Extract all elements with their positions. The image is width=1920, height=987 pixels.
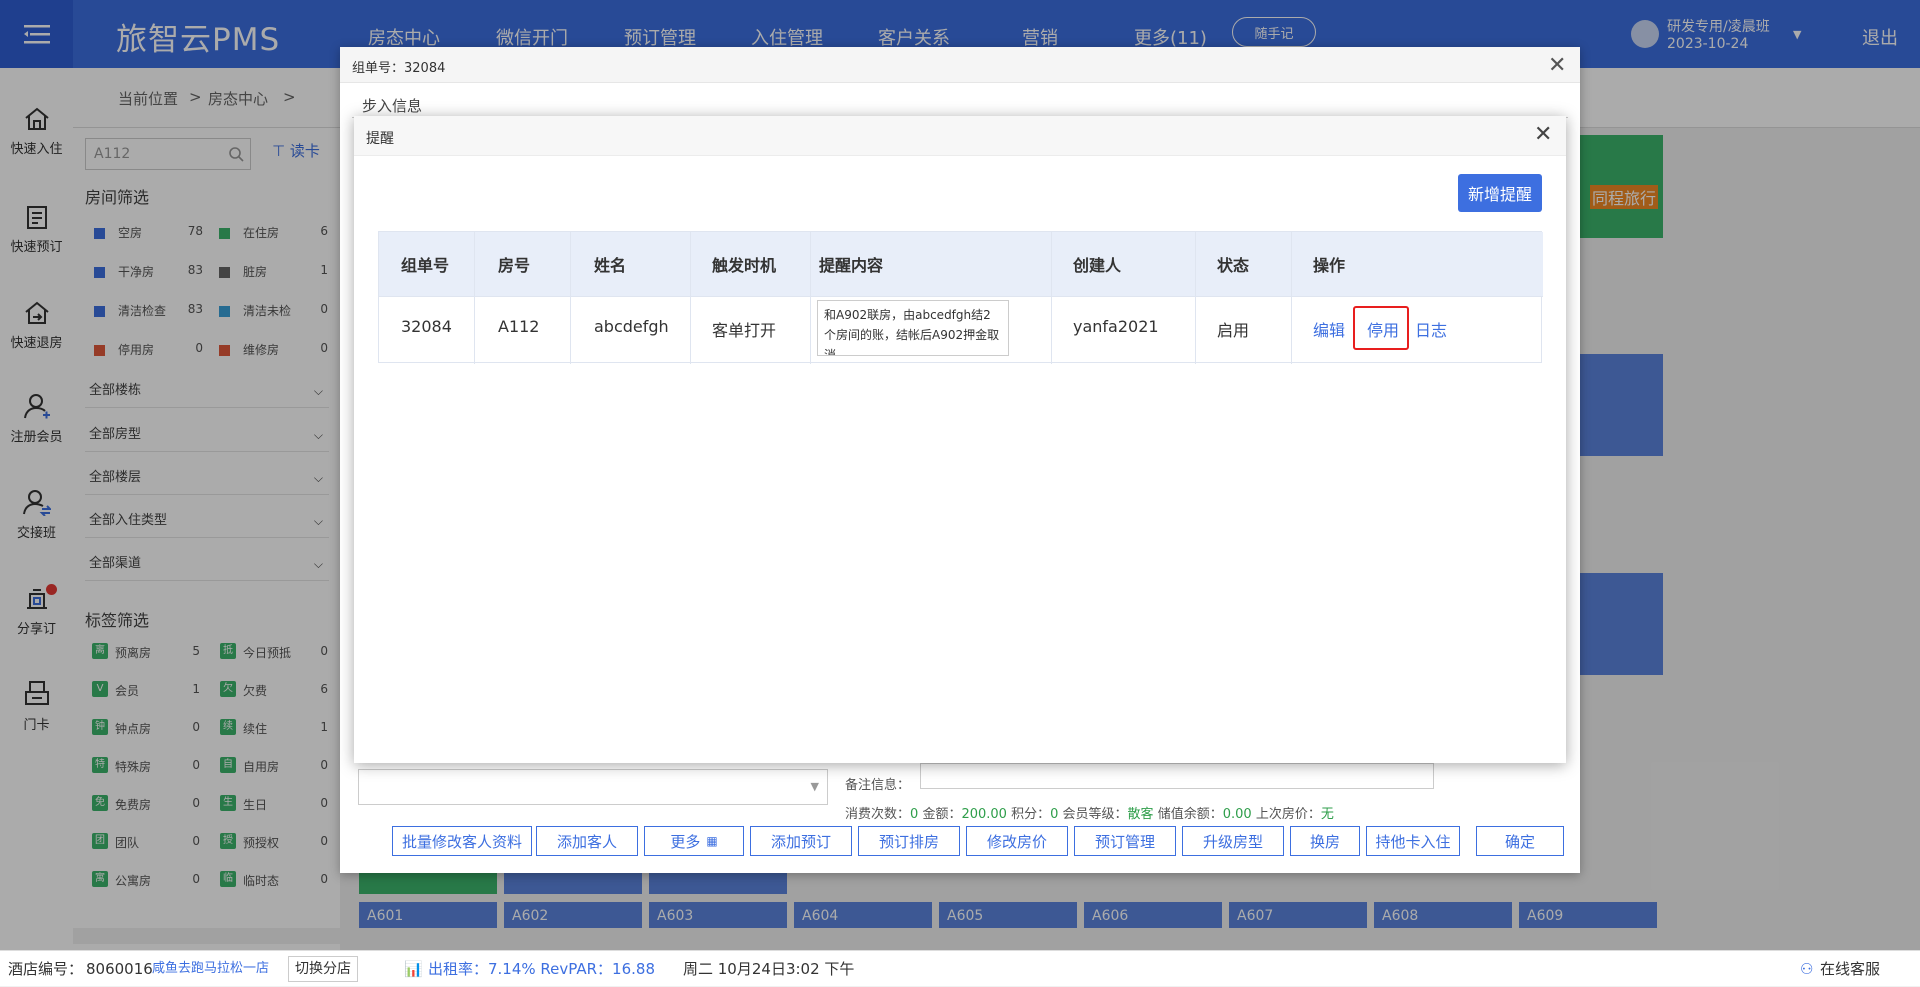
column-header: 房号: [498, 256, 531, 275]
stat-label: 会员等级：: [1062, 807, 1128, 822]
section-title: 步入信息: [362, 97, 423, 115]
status-bar: 酒店编号： 8060016 咸鱼去跑马拉松一店 切换分店 📊 出租率：7.14%…: [0, 950, 1920, 986]
booking-management-button[interactable]: 预订管理: [1074, 826, 1176, 856]
hotel-name[interactable]: 咸鱼去跑马拉松一店: [152, 951, 269, 987]
grid-icon: ▦: [706, 834, 718, 848]
datetime: 周二 10月24日3:02 下午: [683, 960, 855, 978]
hotel-no-label: 酒店编号：: [8, 960, 84, 978]
stat-label: 消费次数：: [845, 807, 911, 822]
order-action-bar: 批量修改客人资料 添加客人 更多 ▦ 添加预订 预订排房 修改房价 预订管理 升级…: [340, 826, 1580, 864]
add-reminder-button[interactable]: 新增提醒: [1458, 174, 1542, 212]
other-card-checkin-button[interactable]: 持他卡入住: [1366, 826, 1460, 856]
reminder-modal: 提醒 ✕ 新增提醒 组单号 房号 姓名 触发时机 提醒内容 创建人 状态 操作 …: [354, 116, 1566, 763]
cell-room: A112: [498, 317, 540, 336]
reminder-content-textarea[interactable]: 和A902联房，由abcedfgh结2个房间的账，结帐后A902押金取消: [817, 300, 1009, 356]
column-header: 触发时机: [712, 256, 777, 275]
stat-label: 积分：: [1011, 807, 1051, 822]
column-header: 创建人: [1073, 256, 1122, 275]
order-modal-title: 组单号：32084: [352, 61, 446, 76]
switch-branch-button[interactable]: 切换分店: [288, 956, 358, 982]
cell-group-no: 32084: [401, 317, 452, 336]
stat-label: 金额：: [922, 807, 962, 822]
more-label: 更多: [670, 832, 701, 851]
order-modal-header: 组单号：32084 ✕: [340, 47, 1580, 83]
column-header: 操作: [1313, 256, 1346, 275]
change-room-button[interactable]: 换房: [1290, 826, 1360, 856]
close-icon[interactable]: ✕: [1548, 53, 1566, 78]
cell-trigger: 客单打开: [712, 321, 777, 340]
occupancy-stats[interactable]: 出租率：7.14% RevPAR：16.88: [428, 951, 655, 987]
chart-icon: 📊: [404, 960, 423, 978]
stat-label: 储值余额：: [1157, 807, 1223, 822]
online-service-link[interactable]: 在线客服: [1820, 951, 1880, 987]
headset-icon: ⚇: [1800, 960, 1814, 978]
stat-level: 散客: [1127, 807, 1154, 822]
stat-amount: 200.00: [961, 807, 1007, 822]
guest-stats: 消费次数：0 金额：200.00 积分：0 会员等级：散客 储值余额：0.00 …: [845, 803, 1334, 822]
caret-down-icon: ▼: [810, 780, 819, 793]
stat-last-price: 无: [1320, 807, 1334, 822]
cell-creator: yanfa2021: [1073, 317, 1159, 336]
log-link[interactable]: 日志: [1415, 317, 1447, 341]
reminder-modal-title: 提醒: [366, 131, 394, 147]
stat-label: 上次房价：: [1255, 807, 1321, 822]
guest-select[interactable]: ▼: [358, 769, 828, 805]
column-header: 组单号: [401, 256, 450, 275]
change-rate-button[interactable]: 修改房价: [966, 826, 1068, 856]
upgrade-room-button[interactable]: 升级房型: [1182, 826, 1284, 856]
stat-visits: 0: [910, 807, 919, 822]
reminder-modal-header: 提醒 ✕: [354, 116, 1566, 156]
column-header: 姓名: [594, 256, 627, 275]
column-header: 提醒内容: [819, 256, 884, 275]
close-icon[interactable]: ✕: [1534, 122, 1552, 147]
stat-balance: 0.00: [1222, 807, 1252, 822]
cell-status: 启用: [1217, 321, 1250, 340]
batch-edit-guests-button[interactable]: 批量修改客人资料: [392, 826, 532, 856]
edit-link[interactable]: 编辑: [1313, 317, 1345, 341]
add-booking-button[interactable]: 添加预订: [750, 826, 852, 856]
table-header: [379, 232, 1543, 296]
stat-points: 0: [1050, 807, 1059, 822]
hotel-no: 8060016: [86, 960, 153, 978]
more-button[interactable]: 更多 ▦: [644, 826, 744, 856]
highlight-box: [1353, 306, 1409, 350]
remark-label: 备注信息：: [845, 778, 911, 793]
column-header: 状态: [1217, 256, 1250, 275]
cell-name: abcdefgh: [594, 317, 669, 336]
confirm-button[interactable]: 确定: [1476, 826, 1564, 856]
assign-room-button[interactable]: 预订排房: [858, 826, 960, 856]
remark-textarea[interactable]: [920, 763, 1434, 789]
add-guest-button[interactable]: 添加客人: [536, 826, 638, 856]
